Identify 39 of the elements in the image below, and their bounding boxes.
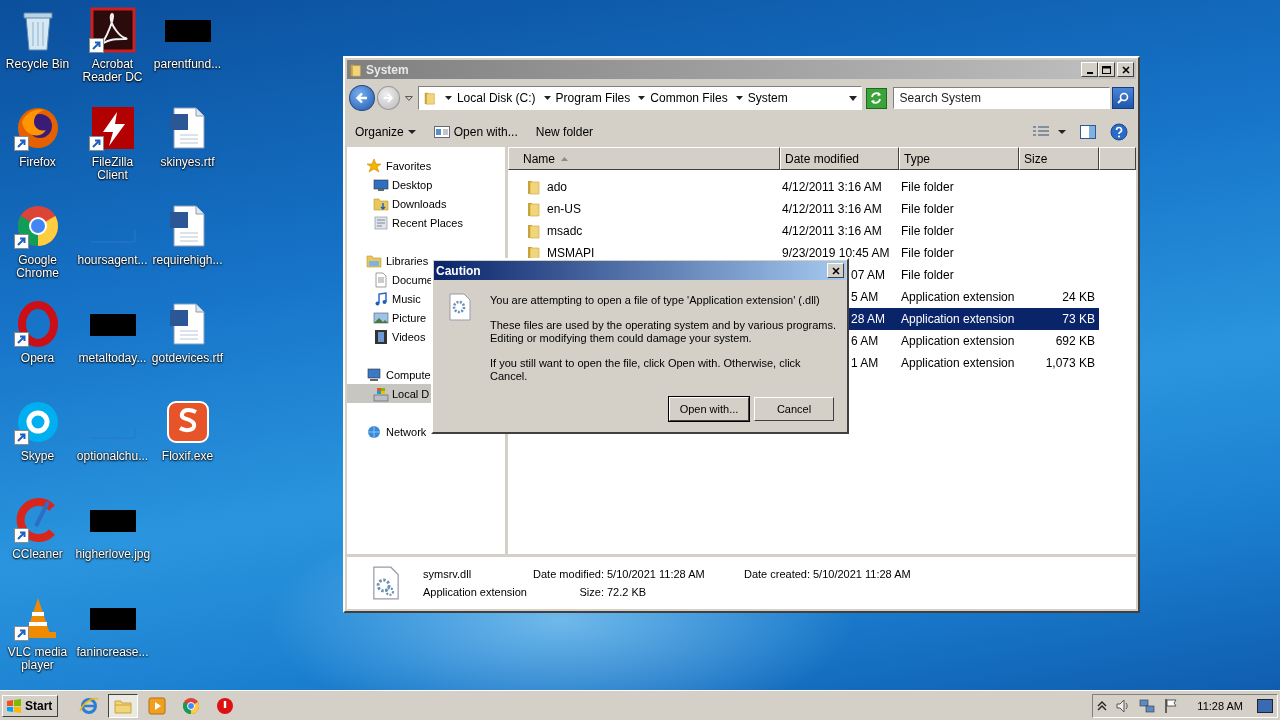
file-name: msadc	[547, 224, 583, 238]
file-name: en-US	[547, 202, 581, 216]
date-modified: 4/12/2011 3:16 AM	[782, 224, 882, 238]
file-size: 24 KB	[1062, 290, 1095, 304]
file-type: File folder	[901, 202, 954, 216]
field-label: Size:	[578, 586, 605, 598]
file-name: MSMAPI	[547, 246, 595, 260]
date-modified: 4/12/2011 3:16 AM	[782, 180, 882, 194]
window-title: System	[366, 62, 409, 77]
field-value: 5/10/2021 11:28 AM	[813, 568, 911, 580]
field-label: Date created:	[742, 568, 811, 580]
date-modified: 5 AM	[851, 290, 879, 304]
file-type: File folder	[901, 180, 954, 194]
field-value: 5/10/2021 11:28 AM	[607, 568, 706, 580]
dialog-title: Caution	[436, 263, 481, 278]
file-size: 1,073 KB	[1045, 356, 1095, 370]
file-type: File folder	[901, 246, 954, 260]
file-type: Application extension	[901, 290, 1015, 304]
file-size: 692 KB	[1055, 334, 1095, 348]
message-text: You are attempting to open a file of type 'Application extension' (.dll)	[490, 294, 821, 307]
date-modified: 9/23/2019 10:45 AM	[782, 246, 890, 260]
file-name: ado	[547, 180, 568, 194]
file-type: Application extension	[901, 334, 1015, 348]
file-type: File folder	[901, 224, 954, 238]
file-name: symsrv.dll	[423, 568, 473, 580]
date-modified: 4/12/2011 3:16 AM	[782, 202, 882, 216]
message-text: These files are used by the operating system and by various programs. Editing or modifying them could damage your system.	[490, 319, 838, 345]
date-modified: 28 AM	[851, 312, 886, 326]
file-type: Application extension	[901, 312, 1015, 326]
date-modified: 07 AM	[851, 268, 886, 282]
file-type: File folder	[901, 268, 954, 282]
file-type: Application extension	[901, 356, 1015, 370]
date-modified: 1 AM	[851, 356, 879, 370]
date-modified: 6 AM	[851, 334, 879, 348]
message-text: If you still want to open the file, click Open with. Otherwise, click Cancel.	[490, 357, 802, 383]
file-type: Application extension	[423, 586, 528, 598]
field-label: Date modified:	[532, 568, 605, 580]
field-value: 72.2 KB	[607, 586, 648, 598]
file-size: 73 KB	[1062, 312, 1095, 326]
